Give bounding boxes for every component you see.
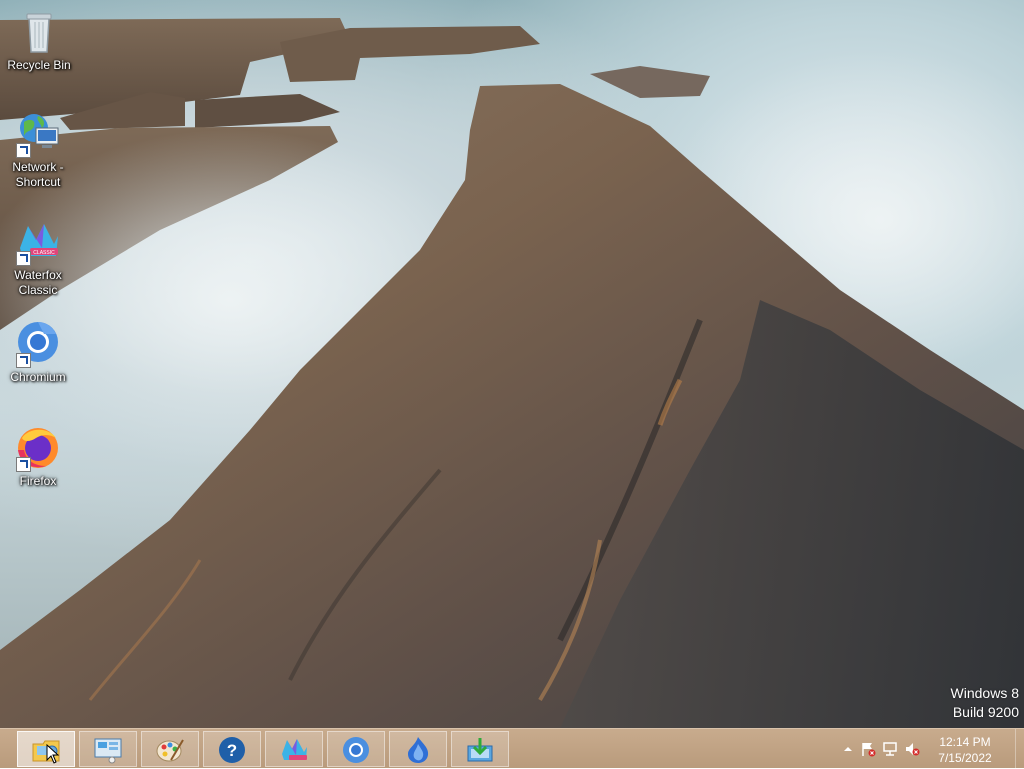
desktop-icon-label: Recycle Bin xyxy=(7,58,71,72)
taskbar: ? 12:14 PM 7/15/2022 xyxy=(0,728,1024,769)
waterfox-icon xyxy=(279,736,309,764)
svg-text:?: ? xyxy=(227,741,237,760)
desktop-wallpaper xyxy=(0,0,1024,728)
mouse-cursor-icon xyxy=(46,743,60,764)
show-desktop-button[interactable] xyxy=(1015,729,1024,769)
control-panel-icon xyxy=(93,736,123,764)
desktop-icon-label: Network - Shortcut xyxy=(12,160,64,189)
system-tray: 12:14 PM 7/15/2022 xyxy=(834,729,1024,769)
svg-text:CLASSIC: CLASSIC xyxy=(33,250,55,256)
action-center-flag-icon[interactable] xyxy=(860,741,876,757)
shortcut-arrow-icon xyxy=(16,251,31,266)
desktop-icon-chromium[interactable]: Chromium xyxy=(0,320,76,385)
taskbar-waterfox-button[interactable] xyxy=(265,731,323,767)
shortcut-arrow-icon xyxy=(16,143,31,158)
clock-date: 7/15/2022 xyxy=(938,751,992,765)
taskbar-paint-button[interactable] xyxy=(141,731,199,767)
desktop-icon-waterfox-classic[interactable]: CLASSIC Waterfox Classic xyxy=(0,218,76,298)
waterfox-icon: CLASSIC xyxy=(14,218,62,266)
flame-app-icon xyxy=(403,736,433,764)
network-icon xyxy=(14,110,62,158)
help-icon: ? xyxy=(217,736,247,764)
shortcut-arrow-icon xyxy=(16,353,31,368)
shortcut-arrow-icon xyxy=(16,457,31,472)
firefox-icon xyxy=(14,424,62,472)
installer-icon xyxy=(465,736,495,764)
chromium-icon xyxy=(341,736,371,764)
desktop-icon-label: Chromium xyxy=(10,370,66,384)
network-tray-icon[interactable] xyxy=(882,741,898,757)
clock-time: 12:14 PM xyxy=(939,735,991,749)
watermark-os-name: Windows 8 xyxy=(950,685,1019,701)
taskbar-clock[interactable]: 12:14 PM 7/15/2022 xyxy=(932,734,998,766)
watermark-build: Build 9200 xyxy=(952,704,1019,720)
recycle-bin-icon xyxy=(15,8,63,56)
os-build-watermark: Windows 8 Build 9200 xyxy=(951,684,1019,722)
desktop-icon-network-shortcut[interactable]: Network - Shortcut xyxy=(0,110,76,190)
rock-landscape xyxy=(0,18,1024,728)
volume-muted-icon[interactable] xyxy=(904,741,920,757)
taskbar-help-button[interactable]: ? xyxy=(203,731,261,767)
show-hidden-icons-chevron[interactable] xyxy=(840,741,856,757)
taskbar-flame-app-button[interactable] xyxy=(389,731,447,767)
taskbar-chromium-button[interactable] xyxy=(327,731,385,767)
desktop-icon-recycle-bin[interactable]: Recycle Bin xyxy=(1,8,77,73)
taskbar-installer-button[interactable] xyxy=(451,731,509,767)
taskbar-control-panel-button[interactable] xyxy=(79,731,137,767)
paint-icon xyxy=(155,736,185,764)
desktop-icon-firefox[interactable]: Firefox xyxy=(0,424,76,489)
chromium-icon xyxy=(14,320,62,368)
desktop-icon-label: Waterfox Classic xyxy=(14,268,62,297)
desktop-icon-label: Firefox xyxy=(19,474,57,488)
